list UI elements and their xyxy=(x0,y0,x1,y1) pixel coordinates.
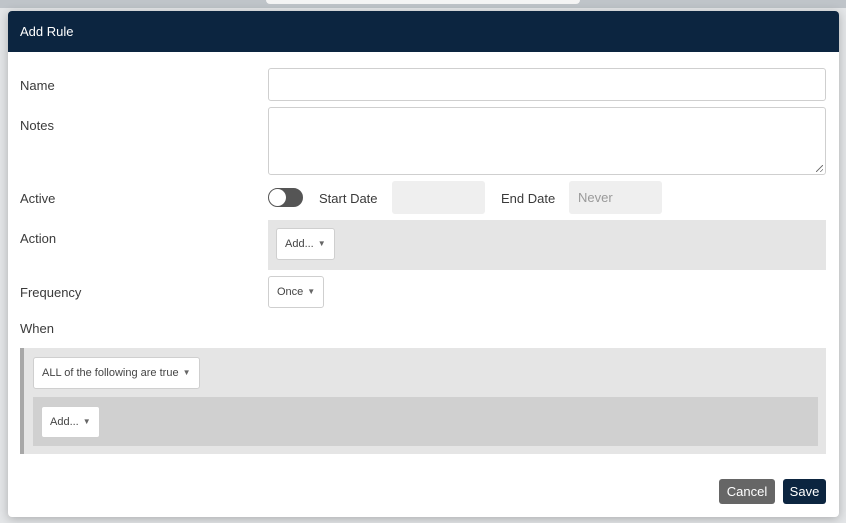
cancel-button[interactable]: Cancel xyxy=(719,479,775,504)
when-label: When xyxy=(20,321,54,336)
condition-add-label: Add... xyxy=(50,416,79,428)
end-date-label: End Date xyxy=(501,191,556,206)
dialog-header: Add Rule xyxy=(8,11,839,52)
start-date-input[interactable] xyxy=(392,181,485,214)
action-label: Action xyxy=(20,231,57,246)
notes-textarea[interactable] xyxy=(268,107,826,175)
action-add-dropdown[interactable]: Add... ▼ xyxy=(276,228,335,260)
action-panel xyxy=(268,220,826,270)
caret-down-icon: ▼ xyxy=(82,417,91,426)
end-date-input[interactable]: Never xyxy=(569,181,662,214)
caret-down-icon: ▼ xyxy=(307,287,316,296)
condition-mode-value: ALL of the following are true xyxy=(42,367,179,379)
condition-group-border xyxy=(20,348,24,454)
notes-label: Notes xyxy=(20,118,54,133)
action-add-label: Add... xyxy=(285,238,314,250)
name-input[interactable] xyxy=(268,68,826,101)
caret-down-icon: ▼ xyxy=(182,368,191,377)
name-label: Name xyxy=(20,78,55,93)
condition-mode-dropdown[interactable]: ALL of the following are true ▼ xyxy=(33,357,200,389)
start-date-label: Start Date xyxy=(319,191,378,206)
toggle-knob xyxy=(269,189,286,206)
frequency-label: Frequency xyxy=(20,285,82,300)
resize-grip-icon[interactable] xyxy=(816,165,823,172)
condition-add-dropdown[interactable]: Add... ▼ xyxy=(41,406,100,438)
frequency-dropdown[interactable]: Once ▼ xyxy=(268,276,325,308)
add-rule-dialog: Add Rule Name Notes Active Start Date En… xyxy=(8,11,839,517)
active-toggle[interactable] xyxy=(268,188,303,207)
condition-list-panel xyxy=(33,397,818,446)
caret-down-icon: ▼ xyxy=(317,239,326,248)
frequency-value: Once xyxy=(277,286,304,298)
active-label: Active xyxy=(20,191,56,206)
save-button[interactable]: Save xyxy=(783,479,826,504)
background-search-bar xyxy=(266,0,580,4)
dialog-title: Add Rule xyxy=(20,24,74,39)
